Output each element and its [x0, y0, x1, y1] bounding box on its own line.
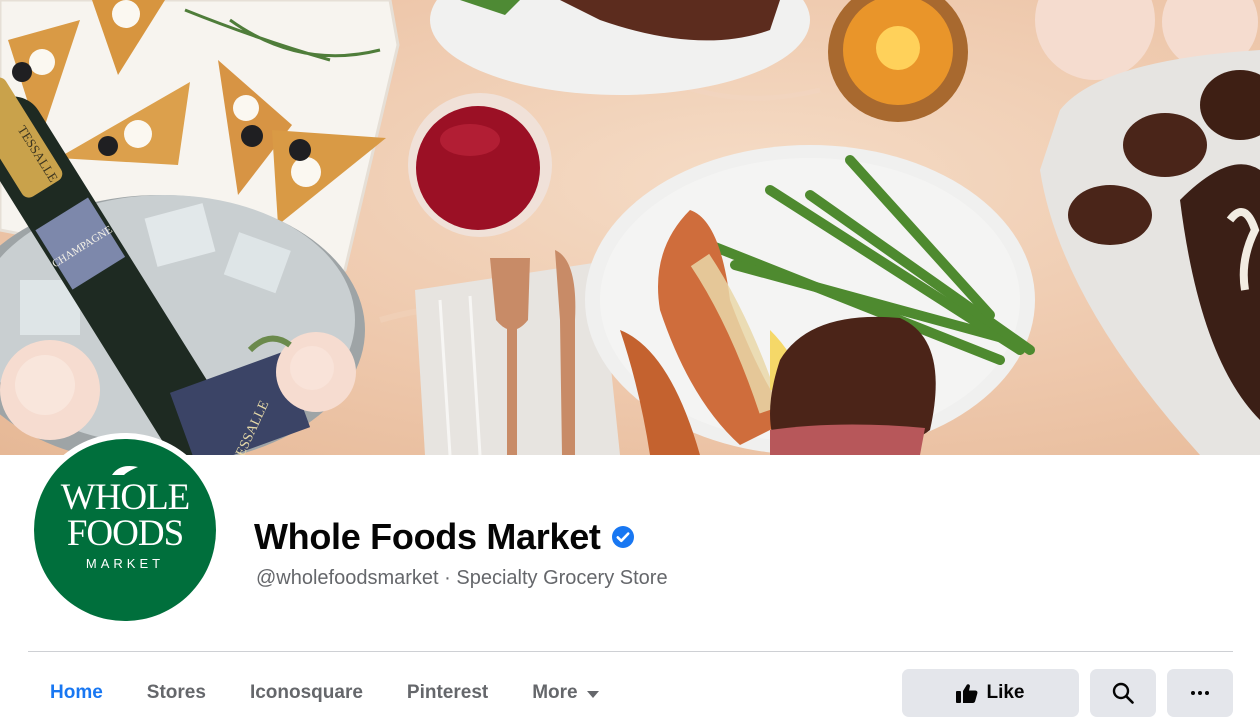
page-title: Whole Foods Market — [254, 516, 601, 557]
page-handle-category: @wholefoodsmarket · Specialty Grocery St… — [256, 567, 668, 589]
profile-header: WHOLE FOODS MARKET Whole Foods Market @w… — [0, 433, 1260, 725]
tab-iconosquare[interactable]: Iconosquare — [228, 668, 385, 718]
header-divider — [28, 651, 1233, 652]
search-icon — [1112, 682, 1134, 704]
like-button[interactable]: Like — [902, 669, 1079, 717]
page-actions: Like — [902, 669, 1233, 717]
tab-stores[interactable]: Stores — [125, 668, 228, 718]
page-tabs: Home Stores Iconosquare Pinterest More — [28, 668, 621, 718]
more-options-button[interactable] — [1167, 669, 1233, 717]
tab-label: Stores — [146, 682, 206, 703]
verified-badge-icon — [611, 526, 634, 548]
caret-down-icon — [586, 690, 599, 698]
search-button[interactable] — [1090, 669, 1156, 717]
cover-photo[interactable]: CHAMPAGNE TESSALLE ESSALLE — [0, 0, 1260, 455]
tab-label: More — [532, 682, 578, 703]
tab-pinterest[interactable]: Pinterest — [385, 668, 510, 718]
brand-logo: WHOLE FOODS MARKET — [34, 439, 216, 621]
profile-picture[interactable]: WHOLE FOODS MARKET — [28, 433, 222, 627]
like-label: Like — [986, 682, 1025, 703]
tab-more[interactable]: More — [510, 668, 620, 718]
tab-home[interactable]: Home — [28, 668, 125, 718]
ellipsis-icon — [1191, 691, 1209, 695]
page-title-row: Whole Foods Market — [254, 515, 635, 559]
logo-text-market: MARKET — [85, 556, 165, 571]
tab-label: Home — [50, 682, 103, 703]
tab-label: Pinterest — [406, 682, 489, 703]
thumbs-up-icon — [956, 684, 978, 703]
leaf-icon — [112, 466, 138, 475]
cover-illustration: CHAMPAGNE TESSALLE ESSALLE — [0, 0, 1260, 455]
tab-label: Iconosquare — [249, 682, 363, 703]
logo-text-whole: WHOLE — [60, 477, 191, 518]
logo-text-foods: FOODS — [66, 513, 184, 554]
